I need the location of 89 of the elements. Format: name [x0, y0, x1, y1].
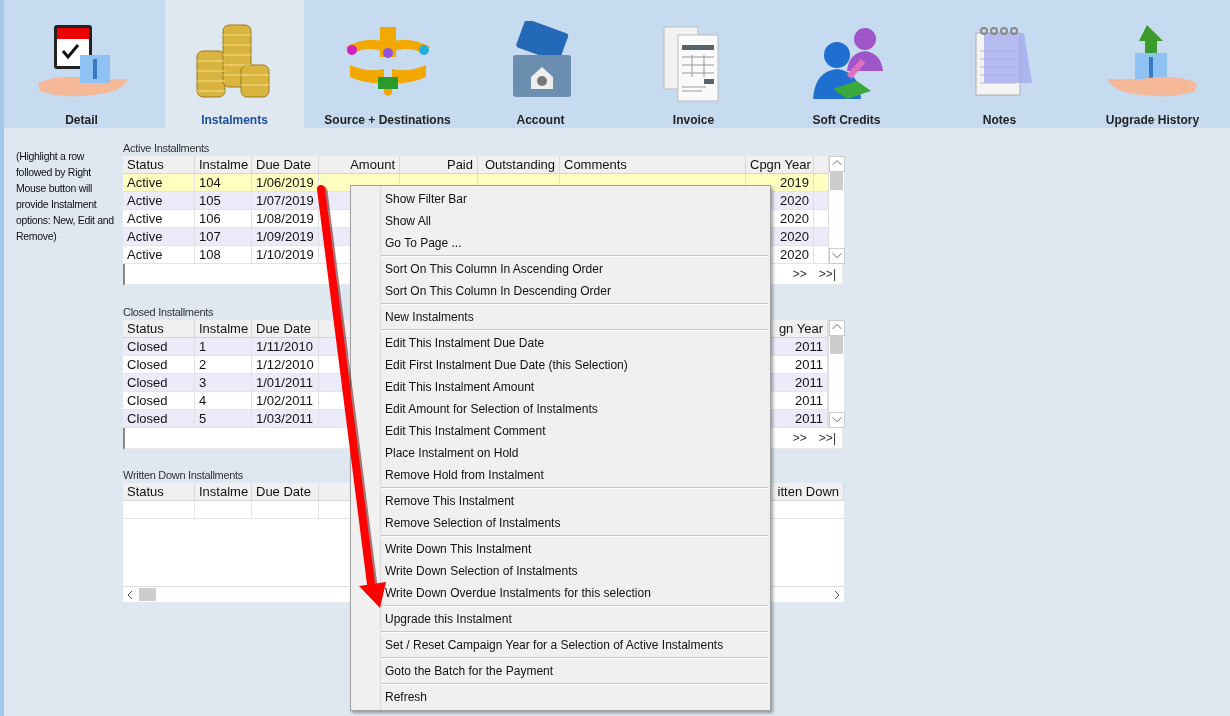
table-cell: 1/10/2019: [256, 246, 314, 263]
table-cell: 1/11/2010: [256, 338, 314, 355]
table-cell-text: Closed: [127, 410, 169, 427]
menu-item[interactable]: Remove Hold from Instalment: [381, 464, 770, 486]
table-cell-text: 108: [199, 246, 222, 263]
menu-item[interactable]: Place Instalment on Hold: [381, 442, 770, 464]
table-cell-text: Closed: [127, 374, 169, 391]
table-cell-text: 2020: [779, 210, 809, 227]
table-cell-text: 105: [199, 192, 222, 209]
table-cell-text: Active: [127, 228, 164, 245]
menu-item[interactable]: Sort On This Column In Ascending Order: [381, 258, 770, 280]
table-cell-text: Active: [127, 210, 164, 227]
table-title: Closed Installments: [123, 306, 214, 320]
table-cell-text: 4: [199, 392, 208, 409]
menu-item[interactable]: Edit First Instalment Due Date (this Selection): [381, 354, 770, 376]
table-cell-text: 2020: [779, 246, 809, 263]
column-header[interactable]: Status: [123, 483, 195, 500]
scroll-thumb[interactable]: [830, 336, 843, 354]
menu-item[interactable]: Edit This Instalment Comment: [381, 420, 770, 442]
menu-item[interactable]: Refresh: [381, 686, 770, 708]
table-cell: 1/09/2019: [256, 228, 314, 245]
menu-item[interactable]: Show All: [381, 210, 770, 232]
column-header[interactable]: Status: [123, 320, 195, 337]
table-cell-text: Closed: [127, 392, 169, 409]
table-cell: 1/06/2019: [256, 174, 314, 191]
column-header[interactable]: Comments: [560, 156, 746, 173]
table-cell-text: 2020: [779, 228, 809, 245]
table-cell-text: 2020: [779, 192, 809, 209]
table-cell-text: 2011: [794, 410, 823, 427]
menu-item[interactable]: Edit This Instalment Amount: [381, 376, 770, 398]
table-cell: 1/07/2019: [256, 192, 314, 209]
column-header[interactable]: Status: [123, 156, 195, 173]
table-cell-text: Closed: [127, 356, 169, 373]
table-cell-text: 1: [199, 338, 208, 355]
column-header[interactable]: Due Date: [252, 156, 319, 173]
scroll-down-icon[interactable]: [829, 412, 845, 428]
table-cell-text: Active: [127, 246, 164, 263]
table-cell-text: 106: [199, 210, 222, 227]
column-header[interactable]: Instalme: [195, 320, 252, 337]
column-header[interactable]: Instalme: [195, 483, 252, 500]
table-cell-text: 2: [199, 356, 208, 373]
menu-item[interactable]: New Instalments: [381, 306, 770, 328]
column-header[interactable]: Paid: [400, 156, 478, 173]
table-cell-text: Closed: [127, 338, 169, 355]
menu-item[interactable]: Write Down This Instalment: [381, 538, 770, 560]
table-cell: 1/08/2019: [256, 210, 314, 227]
scroll-thumb[interactable]: [139, 588, 156, 601]
table-cell-text: Active: [127, 174, 164, 191]
menu-item[interactable]: Goto the Batch for the Payment: [381, 660, 770, 682]
table-cell: 1/02/2011: [256, 392, 314, 409]
table-cell-text: 104: [199, 174, 222, 191]
table-cell-text: Active: [127, 192, 164, 209]
scroll-thumb[interactable]: [830, 172, 843, 190]
column-header[interactable]: Cpgn Year: [746, 156, 814, 173]
scroll-up-icon[interactable]: [829, 156, 845, 172]
column-header[interactable]: Due Date: [252, 483, 319, 500]
page-nav-button[interactable]: >>: [786, 430, 813, 446]
menu-item[interactable]: Upgrade this Instalment: [381, 608, 770, 630]
table-cell-text: 2011: [794, 374, 823, 391]
table-cell: 1/12/2010: [256, 356, 314, 373]
table-cell-text: 5: [199, 410, 208, 427]
column-header[interactable]: Instalme: [195, 156, 252, 173]
table-cell-text: 2019: [779, 174, 809, 191]
table-cell-text: 107: [199, 228, 222, 245]
table-cell-text: 2011: [794, 392, 823, 409]
page-nav-button[interactable]: >>: [786, 266, 813, 282]
scroll-down-icon[interactable]: [829, 248, 845, 264]
table-cell: 1/01/2011: [256, 374, 314, 391]
tab[interactable]: Instalments: [165, 0, 304, 128]
table-cell-text: 2011: [794, 356, 823, 373]
column-header[interactable]: Amount: [319, 156, 400, 173]
menu-item[interactable]: Write Down Overdue Instalments for this selection: [381, 582, 770, 604]
table-cell: 1/03/2011: [256, 410, 314, 427]
menu-item[interactable]: Set / Reset Campaign Year for a Selection of Active Instalments: [381, 634, 770, 656]
page-nav-button[interactable]: >>|: [812, 430, 842, 446]
menu-item[interactable]: Sort On This Column In Descending Order: [381, 280, 770, 302]
menu-item[interactable]: Write Down Selection of Instalments: [381, 560, 770, 582]
column-header[interactable]: Due Date: [252, 320, 319, 337]
table-cell-text: 3: [199, 374, 208, 391]
scroll-up-icon[interactable]: [829, 320, 845, 336]
menu-item[interactable]: Remove Selection of Instalments: [381, 512, 770, 534]
column-header[interactable]: Outstanding: [478, 156, 560, 173]
table-cell-text: 2011: [794, 338, 823, 355]
table-title: Active Installments: [123, 142, 209, 156]
table-title: Written Down Installments: [123, 469, 244, 483]
hint-text: (Highlight a row followed by Right Mouse button will provide Instalment options: New, Edit and Remove): [16, 149, 115, 244]
menu-item[interactable]: Edit Amount for Selection of Instalments: [381, 398, 770, 420]
page-nav-button[interactable]: >>|: [812, 266, 842, 282]
menu-item[interactable]: Go To Page ...: [381, 232, 770, 254]
